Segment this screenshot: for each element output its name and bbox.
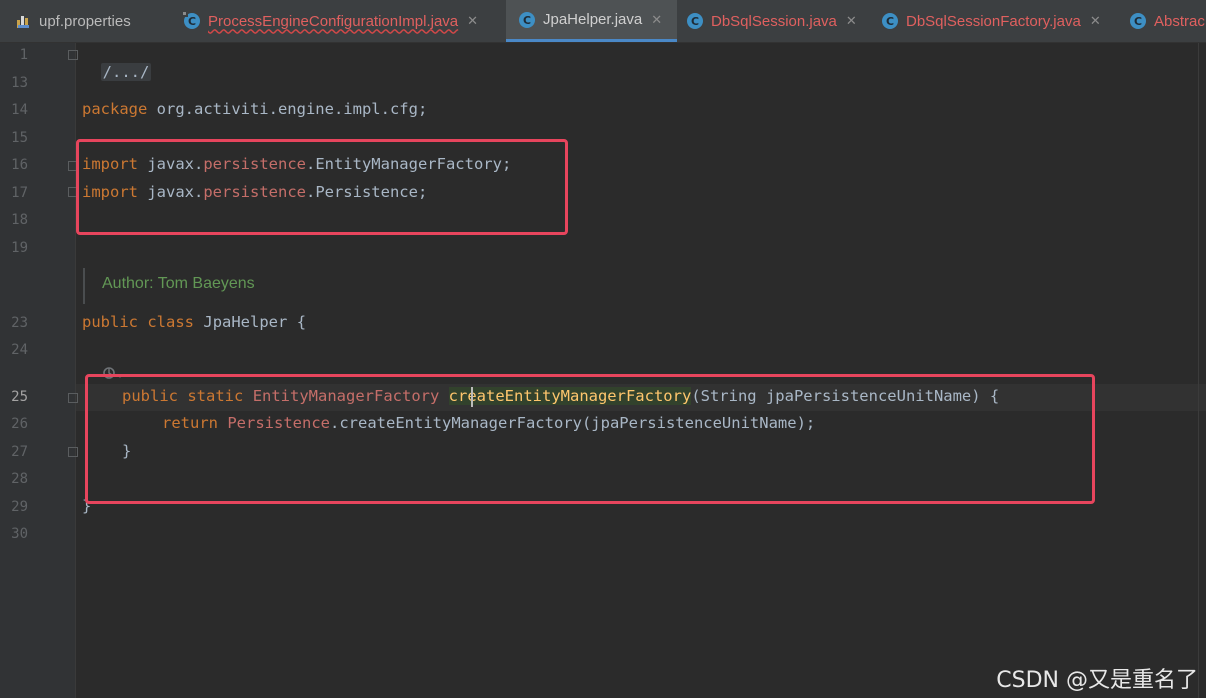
line-number: 23 [11, 315, 28, 331]
tab-jpahelper[interactable]: C JpaHelper.java ✕ [506, 0, 677, 42]
svg-text:C: C [188, 15, 196, 28]
line-number: 24 [11, 342, 28, 358]
code-text: org.activiti.engine.impl.cfg; [147, 100, 428, 118]
line-number: 14 [11, 102, 28, 118]
line-number: 13 [11, 75, 28, 91]
annotation-box-imports [76, 139, 568, 235]
keyword: public [82, 313, 138, 331]
close-icon[interactable]: ✕ [467, 13, 478, 29]
tab-upf-properties[interactable]: upf.properties [14, 0, 178, 42]
tab-label: Abstrac [1154, 12, 1205, 30]
doc-comment-author: Author: Tom Baeyens [102, 275, 255, 292]
java-class-icon: C [1129, 12, 1147, 30]
line-number-current: 25 [11, 389, 28, 405]
tab-dbsqlsession[interactable]: C DbSqlSession.java ✕ [686, 0, 866, 42]
tab-label: DbSqlSessionFactory.java [906, 12, 1081, 30]
fold-toggle-icon[interactable] [68, 447, 78, 457]
right-margin-guide [1198, 43, 1199, 698]
keyword: package [82, 100, 148, 118]
annotation-box-method [85, 374, 1095, 504]
folded-region[interactable]: /.../ [100, 63, 152, 81]
code-line-package[interactable]: package org.activiti.engine.impl.cfg; [82, 100, 427, 118]
close-icon[interactable]: ✕ [846, 13, 857, 29]
line-number: 1 [19, 47, 28, 63]
svg-text:C: C [886, 15, 894, 28]
editor-tab-bar: upf.properties C ProcessEngineConfigurat… [0, 0, 1206, 43]
watermark-text: CSDN @又是重名了 [996, 668, 1198, 693]
tab-label: upf.properties [39, 12, 131, 30]
code-text: { [287, 313, 307, 331]
java-class-icon: C [686, 12, 704, 30]
close-icon[interactable]: ✕ [1090, 13, 1101, 29]
line-number: 15 [11, 130, 28, 146]
line-number: 16 [11, 157, 28, 173]
line-number: 26 [11, 416, 28, 432]
doc-comment-bar [83, 268, 85, 304]
line-number: 30 [11, 526, 28, 542]
code-line-folded-header[interactable]: /.../ [82, 45, 152, 81]
svg-text:C: C [691, 15, 699, 28]
code-line-class-decl[interactable]: public class JpaHelper { [82, 313, 306, 331]
tab-dbsqlsessionfactory[interactable]: C DbSqlSessionFactory.java ✕ [881, 0, 1121, 42]
tab-label: ProcessEngineConfigurationImpl.java [208, 12, 459, 30]
svg-text:C: C [1134, 15, 1142, 28]
line-number: 28 [11, 471, 28, 487]
keyword: class [147, 313, 195, 331]
line-number: 19 [11, 240, 28, 256]
tab-process-engine-configuration-impl[interactable]: C ProcessEngineConfigurationImpl.java ✕ [183, 0, 505, 42]
close-icon[interactable]: ✕ [651, 12, 662, 28]
line-number: 27 [11, 444, 28, 460]
java-class-icon: C [518, 11, 536, 29]
line-number: 18 [11, 212, 28, 228]
svg-text:C: C [523, 14, 531, 27]
tab-label: DbSqlSession.java [711, 12, 837, 30]
line-number: 29 [11, 499, 28, 515]
properties-file-icon [14, 12, 32, 30]
class-name: JpaHelper [203, 313, 288, 331]
fold-toggle-icon[interactable] [68, 393, 78, 403]
tab-label: JpaHelper.java [543, 11, 643, 28]
fold-toggle-icon[interactable] [68, 50, 78, 60]
line-number: 17 [11, 185, 28, 201]
java-class-icon: C [183, 12, 201, 30]
java-class-icon: C [881, 12, 899, 30]
tab-abstract-partial[interactable]: C Abstrac [1129, 0, 1206, 42]
